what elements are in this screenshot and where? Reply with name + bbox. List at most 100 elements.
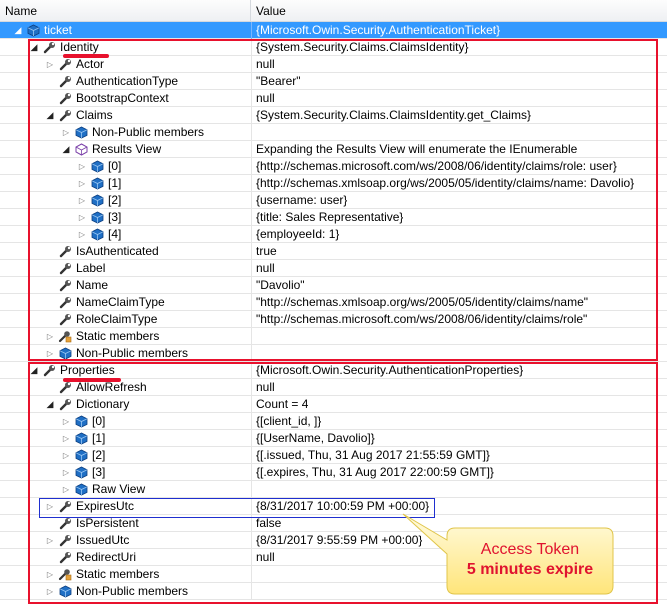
tree-row-ticket[interactable]: ◢ ticket {Microsoft.Owin.Security.Authenti… — [0, 22, 667, 39]
row-value[interactable]: {username: user} — [256, 192, 347, 209]
collapse-arrow-icon[interactable]: ◢ — [12, 22, 24, 39]
row-value[interactable]: {System.Security.Claims.ClaimsIdentity} — [256, 39, 469, 56]
expand-arrow-icon[interactable]: ▷ — [44, 328, 56, 345]
row-value[interactable]: false — [256, 515, 281, 532]
value-column-header[interactable]: Value — [251, 0, 667, 22]
row-value[interactable]: {title: Sales Representative} — [256, 209, 403, 226]
tree-row-isauthenticated[interactable]: IsAuthenticated true — [0, 243, 667, 260]
row-value[interactable]: "Davolio" — [256, 277, 305, 294]
row-value[interactable]: Expanding the Results View will enumerat… — [256, 141, 577, 158]
row-value[interactable]: "Bearer" — [256, 73, 301, 90]
row-value[interactable]: null — [256, 549, 275, 566]
tree-row-authenticationtype[interactable]: AuthenticationType "Bearer" — [0, 73, 667, 90]
name-column-header[interactable]: Name — [0, 0, 251, 22]
column-divider — [251, 447, 252, 464]
property-icon — [56, 107, 74, 124]
expand-arrow-icon[interactable]: ▷ — [76, 192, 88, 209]
row-name: Static members — [76, 567, 160, 581]
expand-arrow-icon[interactable]: ▷ — [76, 158, 88, 175]
collapse-arrow-icon[interactable]: ◢ — [60, 141, 72, 158]
row-value[interactable]: {http://schemas.microsoft.com/ws/2008/06… — [256, 158, 617, 175]
tree-row-label[interactable]: Label null — [0, 260, 667, 277]
tree-row-identity[interactable]: ◢ Identity {System.Security.Claims.ClaimsI… — [0, 39, 667, 56]
tree-row-1[interactable]: ▷ [1] {[UserName, Davolio]} — [0, 430, 667, 447]
row-value[interactable]: {System.Security.Claims.ClaimsIdentity.g… — [256, 107, 531, 124]
property-icon — [56, 498, 74, 515]
collapse-arrow-icon[interactable]: ◢ — [28, 39, 40, 56]
row-name: [3] — [108, 210, 122, 224]
row-value[interactable]: {http://schemas.xmlsoap.org/ws/2005/05/i… — [256, 175, 634, 192]
expand-arrow-icon[interactable]: ▷ — [44, 498, 56, 515]
row-value[interactable]: {[client_id, ]} — [256, 413, 321, 430]
row-value[interactable]: null — [256, 379, 275, 396]
expand-arrow-icon[interactable]: ▷ — [44, 345, 56, 362]
tree-row-3[interactable]: ▷ [3] {title: Sales Representative} — [0, 209, 667, 226]
expand-arrow-icon[interactable]: ▷ — [44, 532, 56, 549]
expand-arrow-icon[interactable]: ▷ — [60, 481, 72, 498]
expand-arrow-icon[interactable]: ▷ — [44, 566, 56, 583]
tree-row-0[interactable]: ▷ [0] {[client_id, ]} — [0, 413, 667, 430]
row-value[interactable]: {[.issued, Thu, 31 Aug 2017 21:55:59 GMT… — [256, 447, 490, 464]
tree-row-3[interactable]: ▷ [3] {[.expires, Thu, 31 Aug 2017 22:00:5… — [0, 464, 667, 481]
expand-arrow-icon[interactable]: ▷ — [76, 226, 88, 243]
expand-arrow-icon[interactable]: ▷ — [44, 583, 56, 600]
tree-row-nameclaimtype[interactable]: NameClaimType "http://schemas.xmlsoap.org… — [0, 294, 667, 311]
row-value[interactable]: null — [256, 90, 275, 107]
expand-arrow-icon[interactable]: ▷ — [76, 175, 88, 192]
expand-arrow-icon[interactable]: ▷ — [60, 124, 72, 141]
tree-row-claims[interactable]: ◢ Claims {System.Security.Claims.ClaimsIde… — [0, 107, 667, 124]
collapse-arrow-icon[interactable]: ◢ — [44, 107, 56, 124]
tree-row-2[interactable]: ▷ [2] {[.issued, Thu, 31 Aug 2017 21:55:59… — [0, 447, 667, 464]
expand-arrow-icon[interactable]: ▷ — [44, 56, 56, 73]
row-name: IssuedUtc — [76, 533, 130, 547]
expand-arrow-icon[interactable]: ▷ — [60, 447, 72, 464]
column-divider — [251, 56, 252, 73]
tree-row-static-members[interactable]: ▷ Static members — [0, 328, 667, 345]
expand-arrow-icon[interactable]: ▷ — [60, 464, 72, 481]
callout-line2: 5 minutes expire — [466, 561, 594, 578]
tree-row-dictionary[interactable]: ◢ Dictionary Count = 4 — [0, 396, 667, 413]
row-value[interactable]: {[UserName, Davolio]} — [256, 430, 375, 447]
row-name: IsPersistent — [76, 516, 139, 530]
tree-row-non-public-members[interactable]: ▷ Non-Public members — [0, 345, 667, 362]
tree-row-name[interactable]: Name "Davolio" — [0, 277, 667, 294]
tree-row-4[interactable]: ▷ [4] {employeeId: 1} — [0, 226, 667, 243]
tree-row-allowrefresh[interactable]: AllowRefresh null — [0, 379, 667, 396]
column-divider — [251, 226, 252, 243]
tree-row-results-view[interactable]: ◢ Results View Expanding the Results View … — [0, 141, 667, 158]
tree-row-actor[interactable]: ▷ Actor null — [0, 56, 667, 73]
row-value[interactable]: null — [256, 260, 275, 277]
tree-row-0[interactable]: ▷ [0] {http://schemas.microsoft.com/ws/200… — [0, 158, 667, 175]
expand-arrow-icon[interactable]: ▷ — [60, 413, 72, 430]
column-divider — [251, 294, 252, 311]
property-icon — [56, 73, 74, 90]
row-value[interactable]: {employeeId: 1} — [256, 226, 339, 243]
row-value[interactable]: "http://schemas.xmlsoap.org/ws/2005/05/i… — [256, 294, 588, 311]
column-divider — [251, 379, 252, 396]
row-value[interactable]: {Microsoft.Owin.Security.AuthenticationT… — [256, 22, 500, 39]
property-icon — [56, 294, 74, 311]
tree-row-bootstrapcontext[interactable]: BootstrapContext null — [0, 90, 667, 107]
tree-row-raw-view[interactable]: ▷ Raw View — [0, 481, 667, 498]
property-icon — [56, 260, 74, 277]
row-value[interactable]: "http://schemas.microsoft.com/ws/2008/06… — [256, 311, 587, 328]
column-divider — [251, 498, 252, 515]
row-value[interactable]: null — [256, 56, 275, 73]
row-value[interactable]: {[.expires, Thu, 31 Aug 2017 22:00:59 GM… — [256, 464, 494, 481]
collapse-arrow-icon[interactable]: ◢ — [28, 362, 40, 379]
property-icon — [56, 515, 74, 532]
row-value[interactable]: true — [256, 243, 277, 260]
expand-arrow-icon[interactable]: ▷ — [60, 430, 72, 447]
row-value[interactable]: {Microsoft.Owin.Security.AuthenticationP… — [256, 362, 523, 379]
collapse-arrow-icon[interactable]: ◢ — [44, 396, 56, 413]
property-icon — [40, 39, 58, 56]
tree-row-non-public-members[interactable]: ▷ Non-Public members — [0, 124, 667, 141]
tree-row-properties[interactable]: ◢ Properties {Microsoft.Owin.Security.Auth… — [0, 362, 667, 379]
tree-row-roleclaimtype[interactable]: RoleClaimType "http://schemas.microsoft.c… — [0, 311, 667, 328]
tree-row-1[interactable]: ▷ [1] {http://schemas.xmlsoap.org/ws/2005/… — [0, 175, 667, 192]
tree-row-2[interactable]: ▷ [2] {username: user} — [0, 192, 667, 209]
row-value[interactable]: Count = 4 — [256, 396, 308, 413]
expand-arrow-icon[interactable]: ▷ — [76, 209, 88, 226]
